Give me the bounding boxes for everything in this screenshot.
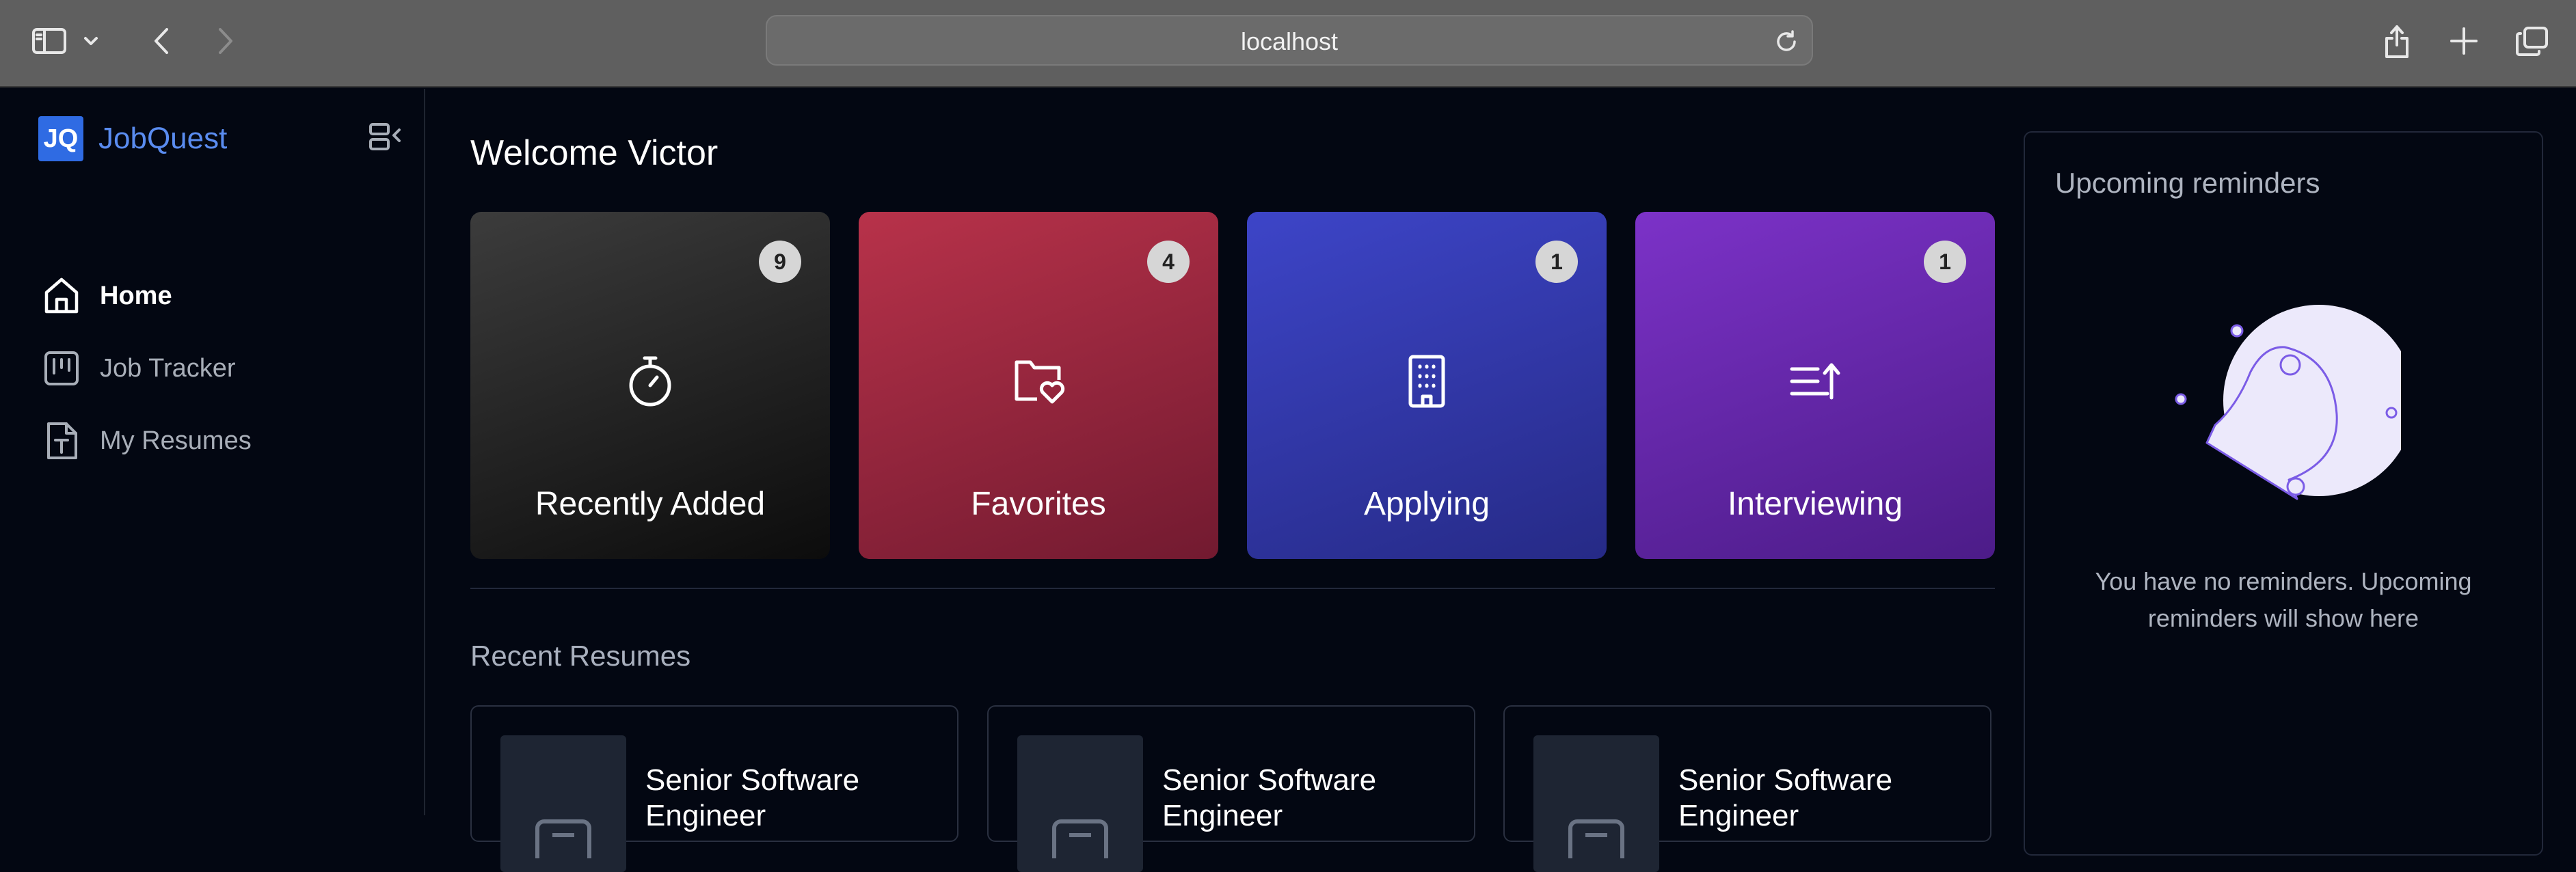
list-arrow-icon: [1635, 349, 1995, 414]
document-icon: [1052, 819, 1108, 858]
folder-heart-icon: [859, 349, 1218, 414]
page-title: Welcome Victor: [470, 133, 719, 173]
logo-mark: JQ: [38, 116, 83, 161]
divider: [470, 588, 1995, 589]
reload-icon[interactable]: [1771, 26, 1802, 57]
resume-thumbnail: [1017, 735, 1143, 872]
sidebar-item-job-tracker[interactable]: Job Tracker: [41, 332, 252, 405]
building-icon: [1247, 349, 1607, 414]
resume-thumbnail: [1533, 735, 1659, 872]
chevron-down-icon[interactable]: [81, 21, 101, 62]
card-title: Favorites: [971, 486, 1106, 522]
forward-icon: [205, 21, 246, 62]
bell-illustration-icon: [2169, 303, 2415, 508]
resume-title: Senior Software Engineer: [1678, 763, 1893, 832]
resume-thumbnail: [500, 735, 626, 872]
card-title: Recently Added: [535, 486, 766, 522]
reminders-panel: Upcoming reminders You have no reminders…: [2024, 131, 2543, 856]
document-icon: [41, 420, 82, 461]
sidebar-item-my-resumes[interactable]: My Resumes: [41, 405, 252, 477]
reminders-empty-text: You have no reminders. Upcoming reminder…: [2095, 567, 2472, 632]
resume-title: Senior Software Engineer: [645, 763, 860, 832]
count-badge: 1: [1924, 241, 1966, 283]
count-badge: 1: [1535, 241, 1578, 283]
card-favorites[interactable]: 4 Favorites: [859, 212, 1218, 559]
count-badge: 9: [759, 241, 801, 283]
sidebar: JQ JobQuest Home Job Tracker My Resumes: [0, 89, 425, 815]
resume-card[interactable]: Senior Software Engineer: [470, 705, 958, 872]
status-cards: 9 Recently Added 4 Favorites 1 Applying …: [470, 212, 1995, 559]
reminders-title: Upcoming reminders: [2055, 167, 2320, 199]
card-title: Interviewing: [1727, 486, 1903, 522]
document-icon: [1568, 819, 1624, 858]
card-recently-added[interactable]: 9 Recently Added: [470, 212, 830, 559]
resume-card[interactable]: Senior Software Engineer: [1503, 705, 1991, 872]
address-bar[interactable]: localhost: [766, 15, 1813, 66]
sidebar-nav: Home Job Tracker My Resumes: [41, 260, 252, 477]
browser-toolbar: localhost: [0, 0, 2576, 87]
kanban-icon: [41, 348, 82, 389]
logo-text: JobQuest: [98, 122, 228, 155]
card-interviewing[interactable]: 1 Interviewing: [1635, 212, 1995, 559]
resume-title: Senior Software Engineer: [1162, 763, 1377, 832]
sidebar-toggle-icon[interactable]: [29, 21, 70, 62]
sidebar-item-home[interactable]: Home: [41, 260, 252, 332]
back-icon[interactable]: [141, 21, 182, 62]
tabs-overview-icon[interactable]: [2512, 21, 2553, 62]
main-content: Welcome Victor 9 Recently Added 4 Favori…: [427, 89, 2006, 872]
collapse-sidebar-icon[interactable]: [365, 116, 406, 157]
app-logo[interactable]: JQ JobQuest: [38, 116, 227, 161]
sidebar-item-label: Home: [100, 281, 172, 310]
sidebar-item-label: Job Tracker: [100, 353, 236, 383]
count-badge: 4: [1147, 241, 1190, 283]
recent-resumes-list: Senior Software Engineer Senior Software…: [470, 705, 1995, 872]
url-text: localhost: [1240, 27, 1339, 55]
home-icon: [41, 275, 82, 316]
recent-resumes-heading: Recent Resumes: [470, 640, 691, 672]
card-applying[interactable]: 1 Applying: [1247, 212, 1607, 559]
card-title: Applying: [1363, 486, 1490, 522]
resume-card[interactable]: Senior Software Engineer: [987, 705, 1475, 872]
share-icon[interactable]: [2376, 21, 2417, 62]
document-icon: [535, 819, 591, 858]
stopwatch-icon: [470, 349, 830, 414]
sidebar-item-label: My Resumes: [100, 426, 252, 455]
new-tab-icon[interactable]: [2443, 21, 2484, 62]
